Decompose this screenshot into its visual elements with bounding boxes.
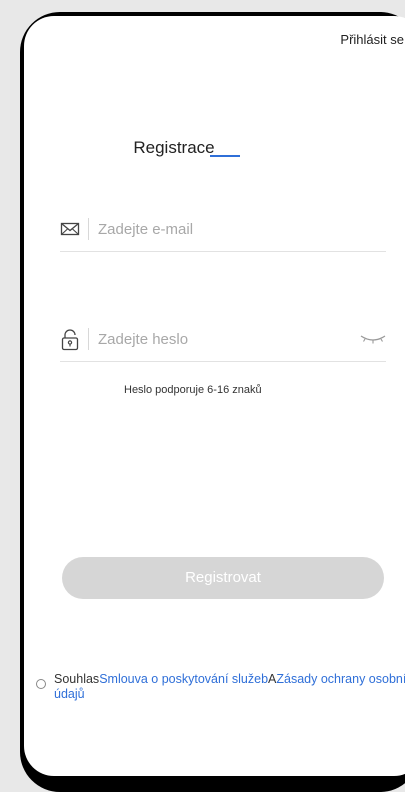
agreement-prefix: Souhlas bbox=[54, 672, 100, 686]
privacy-link-part1[interactable]: Zásady bbox=[276, 672, 317, 686]
agreement-radio[interactable] bbox=[36, 679, 46, 689]
title-underline bbox=[210, 155, 240, 157]
page-background: Přihlásit se Registrace Zadejte e-mail H… bbox=[0, 0, 405, 792]
password-input[interactable] bbox=[98, 325, 348, 353]
field-divider bbox=[88, 218, 89, 240]
envelope-icon bbox=[60, 219, 80, 239]
padlock-icon bbox=[60, 329, 80, 351]
email-field bbox=[60, 211, 386, 252]
eye-closed-icon[interactable] bbox=[360, 331, 386, 347]
password-hint: Heslo podporuje 6-16 znaků bbox=[124, 384, 262, 396]
password-field bbox=[60, 321, 386, 362]
app-screen: Přihlásit se Registrace Zadejte e-mail H… bbox=[24, 16, 405, 776]
field-divider bbox=[88, 328, 89, 350]
agreement-text: SouhlasSmlouva o poskytování služebAZása… bbox=[54, 672, 405, 702]
page-title: Registrace bbox=[133, 138, 215, 157]
terms-link[interactable]: Smlouva o poskytování služeb bbox=[99, 672, 268, 686]
login-link[interactable]: Přihlásit se bbox=[340, 32, 404, 47]
register-button[interactable]: Registrovat bbox=[62, 557, 384, 599]
email-input[interactable] bbox=[98, 215, 348, 243]
